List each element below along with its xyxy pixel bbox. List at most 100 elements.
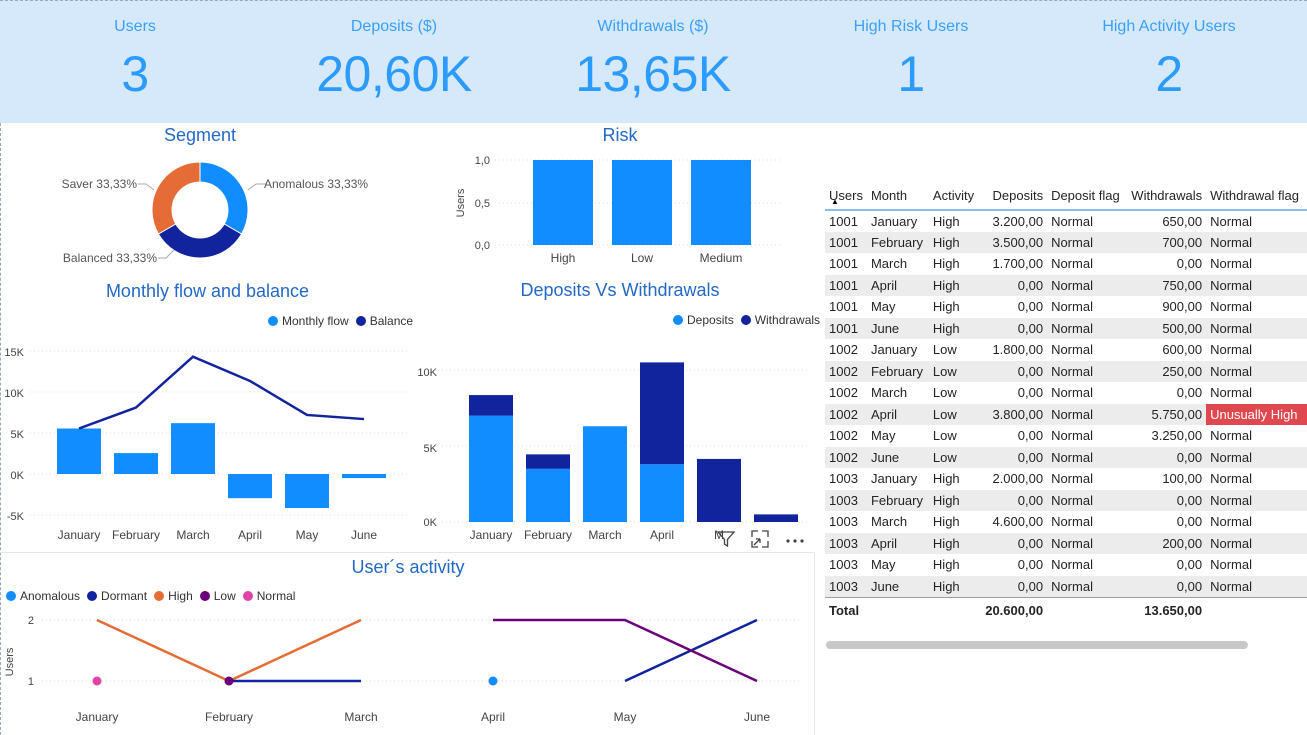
table-row[interactable]: 1002 April Low 3.800,00 Normal 5.750,00 Unusua… <box>825 403 1307 425</box>
table-cell: 0,00 <box>1017 299 1044 315</box>
x-tick-label: March <box>588 528 621 542</box>
activity-line-chart[interactable]: 2 1 Users January February March April M… <box>0 605 812 735</box>
x-tick-label: March <box>176 528 209 542</box>
table-row[interactable]: 1001 April High 0,00 Normal 750,00 Normal <box>825 274 1307 296</box>
table-cell: High <box>928 231 982 253</box>
column-header-deposits[interactable]: Deposits <box>981 182 1048 211</box>
segment-donut-chart[interactable]: Anomalous 33,33% Saver 33,33% Balanced 3… <box>40 150 400 270</box>
deposits-bar[interactable] <box>469 415 513 522</box>
column-header-activity[interactable]: Activity <box>928 182 982 211</box>
more-options-icon[interactable] <box>784 529 806 549</box>
table-row[interactable]: 1001 March High 1.700,00 Normal 0,00 Normal <box>825 253 1307 275</box>
kpi-card[interactable]: Deposits ($) 20,60K <box>264 1 524 103</box>
donut-slice[interactable] <box>151 161 201 235</box>
table-cell: 600,00 <box>1162 342 1203 358</box>
x-tick-label: April <box>650 528 674 542</box>
column-header-withdrawals[interactable]: Withdrawals <box>1126 182 1207 211</box>
table-cell: 1002 <box>829 385 858 401</box>
withdrawals-bar[interactable] <box>754 514 798 522</box>
table-cell: 4.600,00 <box>992 514 1044 530</box>
table-cell: 3.250,00 <box>1151 428 1203 444</box>
flow-bar[interactable] <box>285 474 329 509</box>
table-row[interactable]: 1001 January High 3.200,00 Normal 650,00 Norma… <box>825 210 1307 232</box>
x-tick-label: February <box>524 528 572 542</box>
table-cell: 0,00 <box>1017 428 1044 444</box>
balance-line[interactable] <box>78 355 365 430</box>
table-row[interactable]: 1003 February High 0,00 Normal 0,00 Normal <box>825 489 1307 511</box>
flow-bar[interactable] <box>228 474 272 499</box>
withdrawals-bar[interactable] <box>526 454 570 469</box>
column-header-withdrawal-flag[interactable]: Withdrawal flag <box>1206 182 1307 211</box>
table-cell: Normal <box>1210 385 1252 401</box>
table-cell: Normal <box>1051 213 1093 229</box>
table-row[interactable]: 1002 February Low 0,00 Normal 250,00 Normal <box>825 360 1307 382</box>
table-row[interactable]: 1003 April High 0,00 Normal 200,00 Normal <box>825 532 1307 554</box>
y-tick-label: 10K <box>4 388 24 400</box>
table-cell: April <box>866 403 929 425</box>
table-row[interactable]: 1003 March High 4.600,00 Normal 0,00 Normal <box>825 511 1307 533</box>
table-row[interactable]: 1002 January Low 1.800,00 Normal 600,00 Normal <box>825 339 1307 361</box>
table-cell: 1002 <box>829 342 858 358</box>
legend-dot <box>740 315 751 325</box>
deposits-bar[interactable] <box>526 468 570 522</box>
table-cell: High <box>932 471 960 487</box>
depwd-stacked-chart[interactable]: 10K 5K 0K January February March April M <box>410 340 815 550</box>
risk-bar-chart[interactable]: 1,0 0,5 0,0 Users High Low Medium <box>440 150 810 270</box>
data-table[interactable]: Users ▲ Month Activity Deposits Deposit f… <box>825 182 1307 623</box>
x-tick-label: May <box>614 710 637 724</box>
table-cell: Normal <box>1051 514 1093 530</box>
flow-bar[interactable] <box>342 474 386 479</box>
flow-bar[interactable] <box>57 428 101 474</box>
low-line[interactable] <box>493 618 758 683</box>
low-point[interactable] <box>224 676 234 686</box>
anomalous-point[interactable] <box>488 676 498 686</box>
risk-bar[interactable] <box>691 160 751 245</box>
kpi-value: 1 <box>897 46 925 102</box>
withdrawals-bar[interactable] <box>640 362 684 465</box>
filter-icon[interactable] <box>716 529 736 549</box>
legend-label: Monthly flow <box>282 314 349 328</box>
table-row[interactable]: 1002 March Low 0,00 Normal 0,00 Normal <box>825 382 1307 404</box>
table-row[interactable]: 1001 May High 0,00 Normal 900,00 Normal <box>825 296 1307 318</box>
table-row[interactable]: 1001 February High 3.500,00 Normal 700,00 Norm… <box>825 231 1307 253</box>
column-header-users[interactable]: Users ▲ <box>825 182 867 211</box>
column-header-month[interactable]: Month <box>866 182 929 211</box>
table-row[interactable]: 1003 June High 0,00 Normal 0,00 Normal <box>825 575 1307 597</box>
table-row[interactable]: 1002 May Low 0,00 Normal 3.250,00 Normal <box>825 425 1307 447</box>
sort-ascending-icon[interactable]: ▲ <box>831 197 839 206</box>
table-cell: High <box>928 489 982 511</box>
table-cell: High <box>932 557 960 573</box>
table-cell: 1003 <box>829 514 858 530</box>
y-tick-label: 10K <box>417 367 437 379</box>
table-row[interactable]: 1001 June High 0,00 Normal 500,00 Normal <box>825 317 1307 339</box>
kpi-card[interactable]: Withdrawals ($) 13,65K <box>523 1 783 103</box>
normal-point[interactable] <box>92 676 102 686</box>
withdrawals-bar[interactable] <box>697 458 741 522</box>
table-row[interactable]: 1002 June Low 0,00 Normal 0,00 Normal <box>825 446 1307 468</box>
high-line[interactable] <box>96 618 362 683</box>
table-row[interactable]: 1003 January High 2.000,00 Normal 100,00 Norma… <box>825 468 1307 490</box>
flow-bar[interactable] <box>114 453 158 474</box>
horizontal-scrollbar[interactable] <box>826 641 1248 649</box>
y-tick-label: 5K <box>11 429 25 441</box>
table-cell: April <box>866 274 929 296</box>
column-header-deposit-flag[interactable]: Deposit flag <box>1047 182 1127 211</box>
focus-mode-icon[interactable] <box>750 529 770 549</box>
risk-bar[interactable] <box>612 160 672 245</box>
kpi-card[interactable]: Users 3 <box>5 1 265 103</box>
flow-bar[interactable] <box>171 423 215 474</box>
donut-slice[interactable] <box>199 161 249 235</box>
deposits-bar[interactable] <box>640 464 684 522</box>
withdrawals-bar[interactable] <box>469 395 513 416</box>
table-cell: Normal <box>1047 231 1127 253</box>
kpi-card[interactable]: High Activity Users 2 <box>1039 1 1299 103</box>
monthly-combo-chart[interactable]: 15K 10K 5K 0K -5K January February March Ap… <box>0 340 415 550</box>
table-cell: Normal <box>1210 256 1252 272</box>
x-tick-label: March <box>344 710 377 724</box>
x-tick-label: May <box>296 528 319 542</box>
y-tick-label: 0,0 <box>475 240 490 252</box>
risk-bar[interactable] <box>533 160 593 245</box>
deposits-bar[interactable] <box>583 426 627 522</box>
table-row[interactable]: 1003 May High 0,00 Normal 0,00 Normal <box>825 554 1307 576</box>
kpi-card[interactable]: High Risk Users 1 <box>781 1 1041 103</box>
